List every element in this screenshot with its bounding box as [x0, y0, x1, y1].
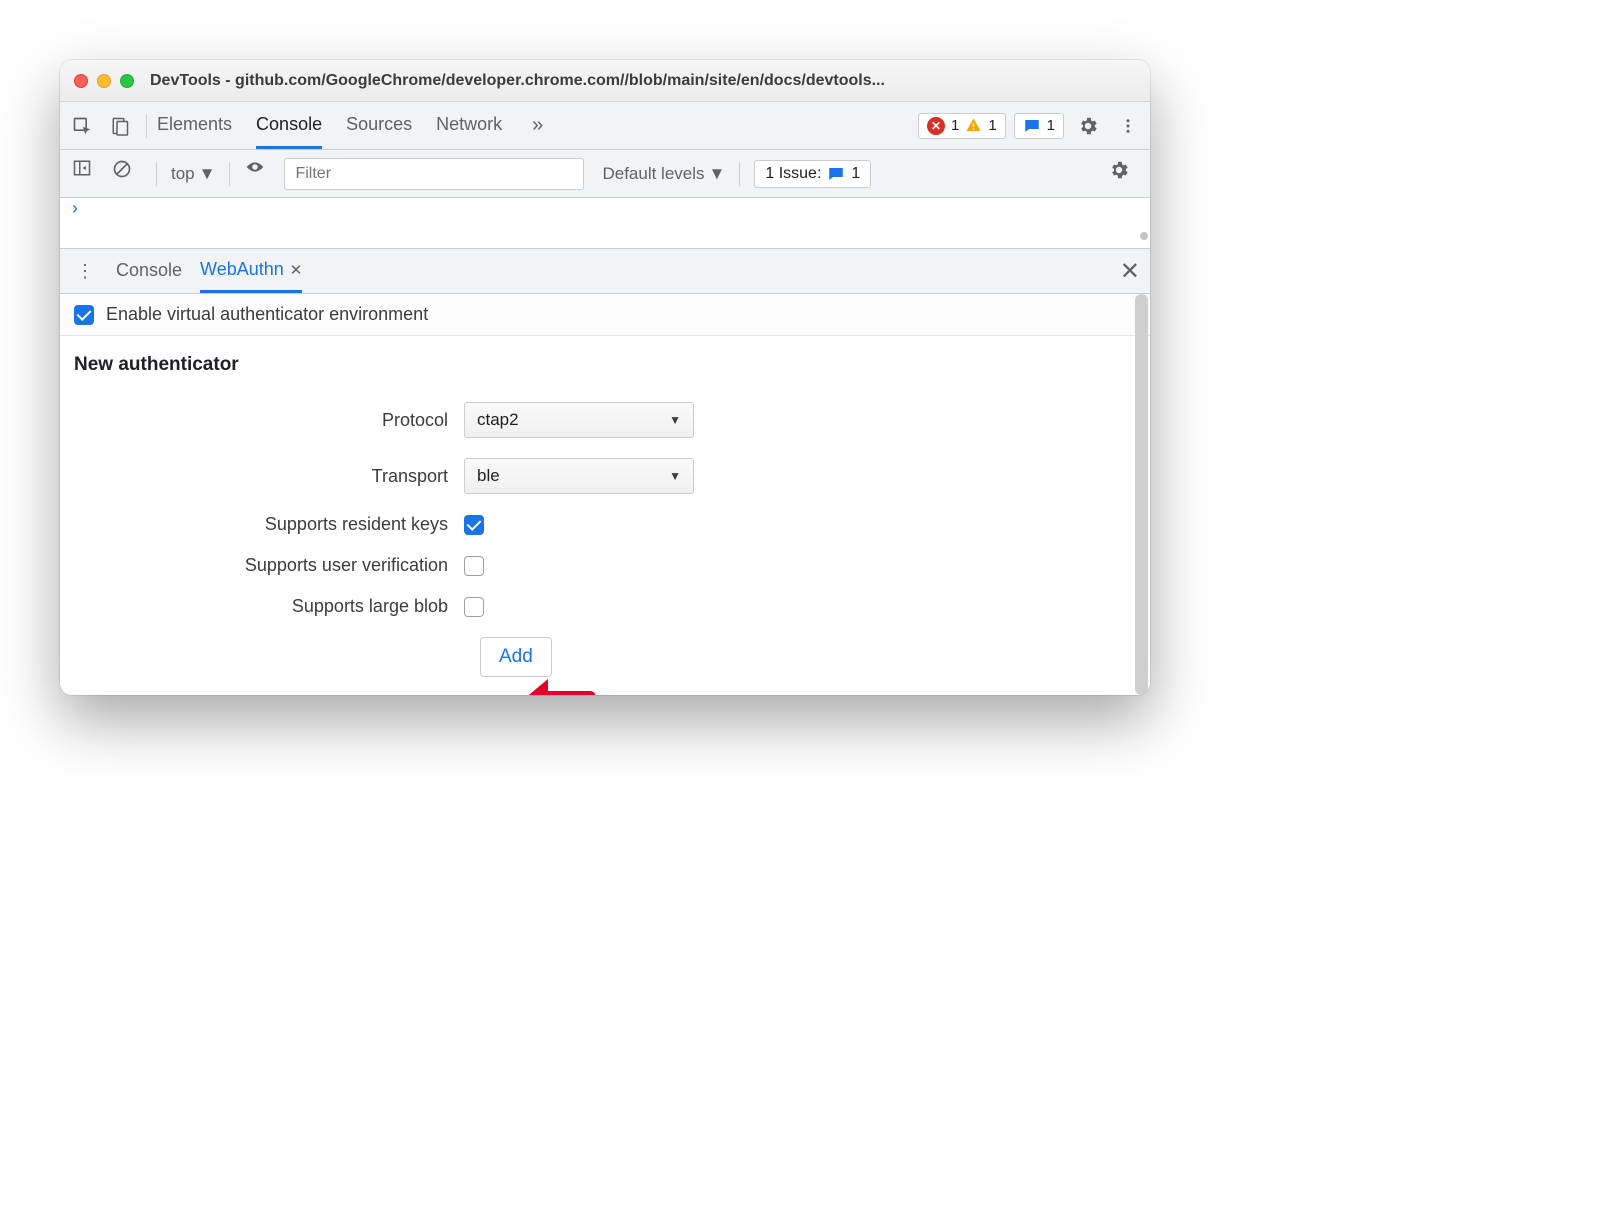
more-tabs-icon[interactable]: » — [526, 114, 549, 137]
issue-count: 1 — [1047, 117, 1055, 134]
user-verification-checkbox[interactable] — [464, 556, 484, 576]
drawer-tabs: ⋮ Console WebAuthn ✕ ✕ — [60, 248, 1150, 294]
scrollbar-thumb[interactable] — [1135, 294, 1148, 695]
context-label: top — [171, 164, 195, 184]
protocol-select[interactable]: ctap2 ▼ — [464, 402, 694, 438]
protocol-label: Protocol — [74, 410, 464, 431]
divider — [156, 162, 157, 186]
toolbar-right: ✕ 1 1 1 — [918, 110, 1144, 142]
transport-label: Transport — [74, 466, 464, 487]
kebab-menu-icon[interactable] — [1112, 110, 1144, 142]
minimize-window-button[interactable] — [97, 74, 111, 88]
traffic-lights — [74, 74, 134, 88]
divider — [739, 162, 740, 186]
drawer-tab-webauthn[interactable]: WebAuthn ✕ — [200, 249, 302, 293]
window-title: DevTools - github.com/GoogleChrome/devel… — [150, 72, 885, 90]
caret-down-icon: ▼ — [199, 164, 216, 184]
settings-icon[interactable] — [1072, 110, 1104, 142]
resident-keys-label: Supports resident keys — [74, 514, 464, 535]
close-tab-icon[interactable]: ✕ — [290, 261, 303, 279]
close-window-button[interactable] — [74, 74, 88, 88]
tab-console[interactable]: Console — [256, 102, 322, 149]
inspect-element-icon[interactable] — [66, 110, 98, 142]
context-selector[interactable]: top ▼ — [171, 164, 215, 184]
large-blob-checkbox[interactable] — [464, 597, 484, 617]
vertical-scrollbar[interactable] — [1135, 294, 1148, 695]
filter-input[interactable] — [284, 158, 584, 190]
console-sidebar-toggle-icon[interactable] — [72, 159, 102, 189]
enable-virtual-authenticator-row: Enable virtual authenticator environment — [60, 294, 1150, 336]
issue-icon — [1023, 117, 1041, 135]
tab-elements[interactable]: Elements — [157, 102, 232, 149]
console-prompt-icon: › — [72, 198, 78, 219]
console-filter-bar: top ▼ Default levels ▼ 1 Issue: 1 — [60, 150, 1150, 198]
issues-button[interactable]: 1 Issue: 1 — [754, 160, 871, 188]
errors-warnings-badge[interactable]: ✕ 1 1 — [918, 113, 1006, 139]
close-drawer-icon[interactable]: ✕ — [1120, 257, 1140, 286]
section-title: New authenticator — [74, 354, 1136, 376]
titlebar: DevTools - github.com/GoogleChrome/devel… — [60, 60, 1150, 102]
live-expression-icon[interactable] — [244, 159, 274, 189]
tab-sources[interactable]: Sources — [346, 102, 412, 149]
large-blob-row: Supports large blob — [74, 596, 1136, 617]
console-output: › — [60, 198, 1150, 248]
issues-count: 1 — [851, 165, 860, 183]
transport-row: Transport ble ▼ — [74, 458, 1136, 494]
error-icon: ✕ — [927, 117, 945, 135]
devtools-window: DevTools - github.com/GoogleChrome/devel… — [60, 60, 1150, 695]
enable-label: Enable virtual authenticator environment — [106, 304, 428, 325]
caret-down-icon: ▼ — [709, 164, 726, 184]
device-toolbar-icon[interactable] — [104, 110, 136, 142]
drawer-tab-console[interactable]: Console — [116, 249, 182, 293]
divider — [229, 162, 230, 186]
main-tabs: Elements Console Sources Network » — [157, 102, 549, 149]
protocol-value: ctap2 — [477, 410, 519, 430]
enable-virtual-authenticator-checkbox[interactable] — [74, 305, 94, 325]
user-verification-label: Supports user verification — [74, 555, 464, 576]
clear-console-icon[interactable] — [112, 159, 142, 189]
warning-icon — [965, 117, 982, 134]
caret-down-icon: ▼ — [669, 469, 681, 483]
add-button[interactable]: Add — [480, 637, 552, 677]
log-levels-selector[interactable]: Default levels ▼ — [602, 164, 725, 184]
tab-network[interactable]: Network — [436, 102, 502, 149]
scrollbar-thumb[interactable] — [1140, 232, 1148, 240]
divider — [146, 114, 147, 138]
main-toolbar: Elements Console Sources Network » ✕ 1 1… — [60, 102, 1150, 150]
user-verification-row: Supports user verification — [74, 555, 1136, 576]
levels-label: Default levels — [602, 164, 704, 184]
large-blob-label: Supports large blob — [74, 596, 464, 617]
resident-keys-checkbox[interactable] — [464, 515, 484, 535]
drawer-tab-label: WebAuthn — [200, 259, 284, 280]
issues-label: 1 Issue: — [765, 165, 821, 183]
caret-down-icon: ▼ — [669, 413, 681, 427]
console-settings-icon[interactable] — [1108, 159, 1138, 189]
protocol-row: Protocol ctap2 ▼ — [74, 402, 1136, 438]
webauthn-panel: Enable virtual authenticator environment… — [60, 294, 1150, 695]
warning-count: 1 — [988, 117, 996, 134]
issues-badge[interactable]: 1 — [1014, 113, 1064, 139]
new-authenticator-section: New authenticator Protocol ctap2 ▼ Trans… — [60, 336, 1150, 695]
transport-select[interactable]: ble ▼ — [464, 458, 694, 494]
maximize-window-button[interactable] — [120, 74, 134, 88]
issue-icon — [827, 165, 845, 183]
error-count: 1 — [951, 117, 959, 134]
transport-value: ble — [477, 466, 500, 486]
resident-keys-row: Supports resident keys — [74, 514, 1136, 535]
drawer-menu-icon[interactable]: ⋮ — [70, 261, 98, 282]
